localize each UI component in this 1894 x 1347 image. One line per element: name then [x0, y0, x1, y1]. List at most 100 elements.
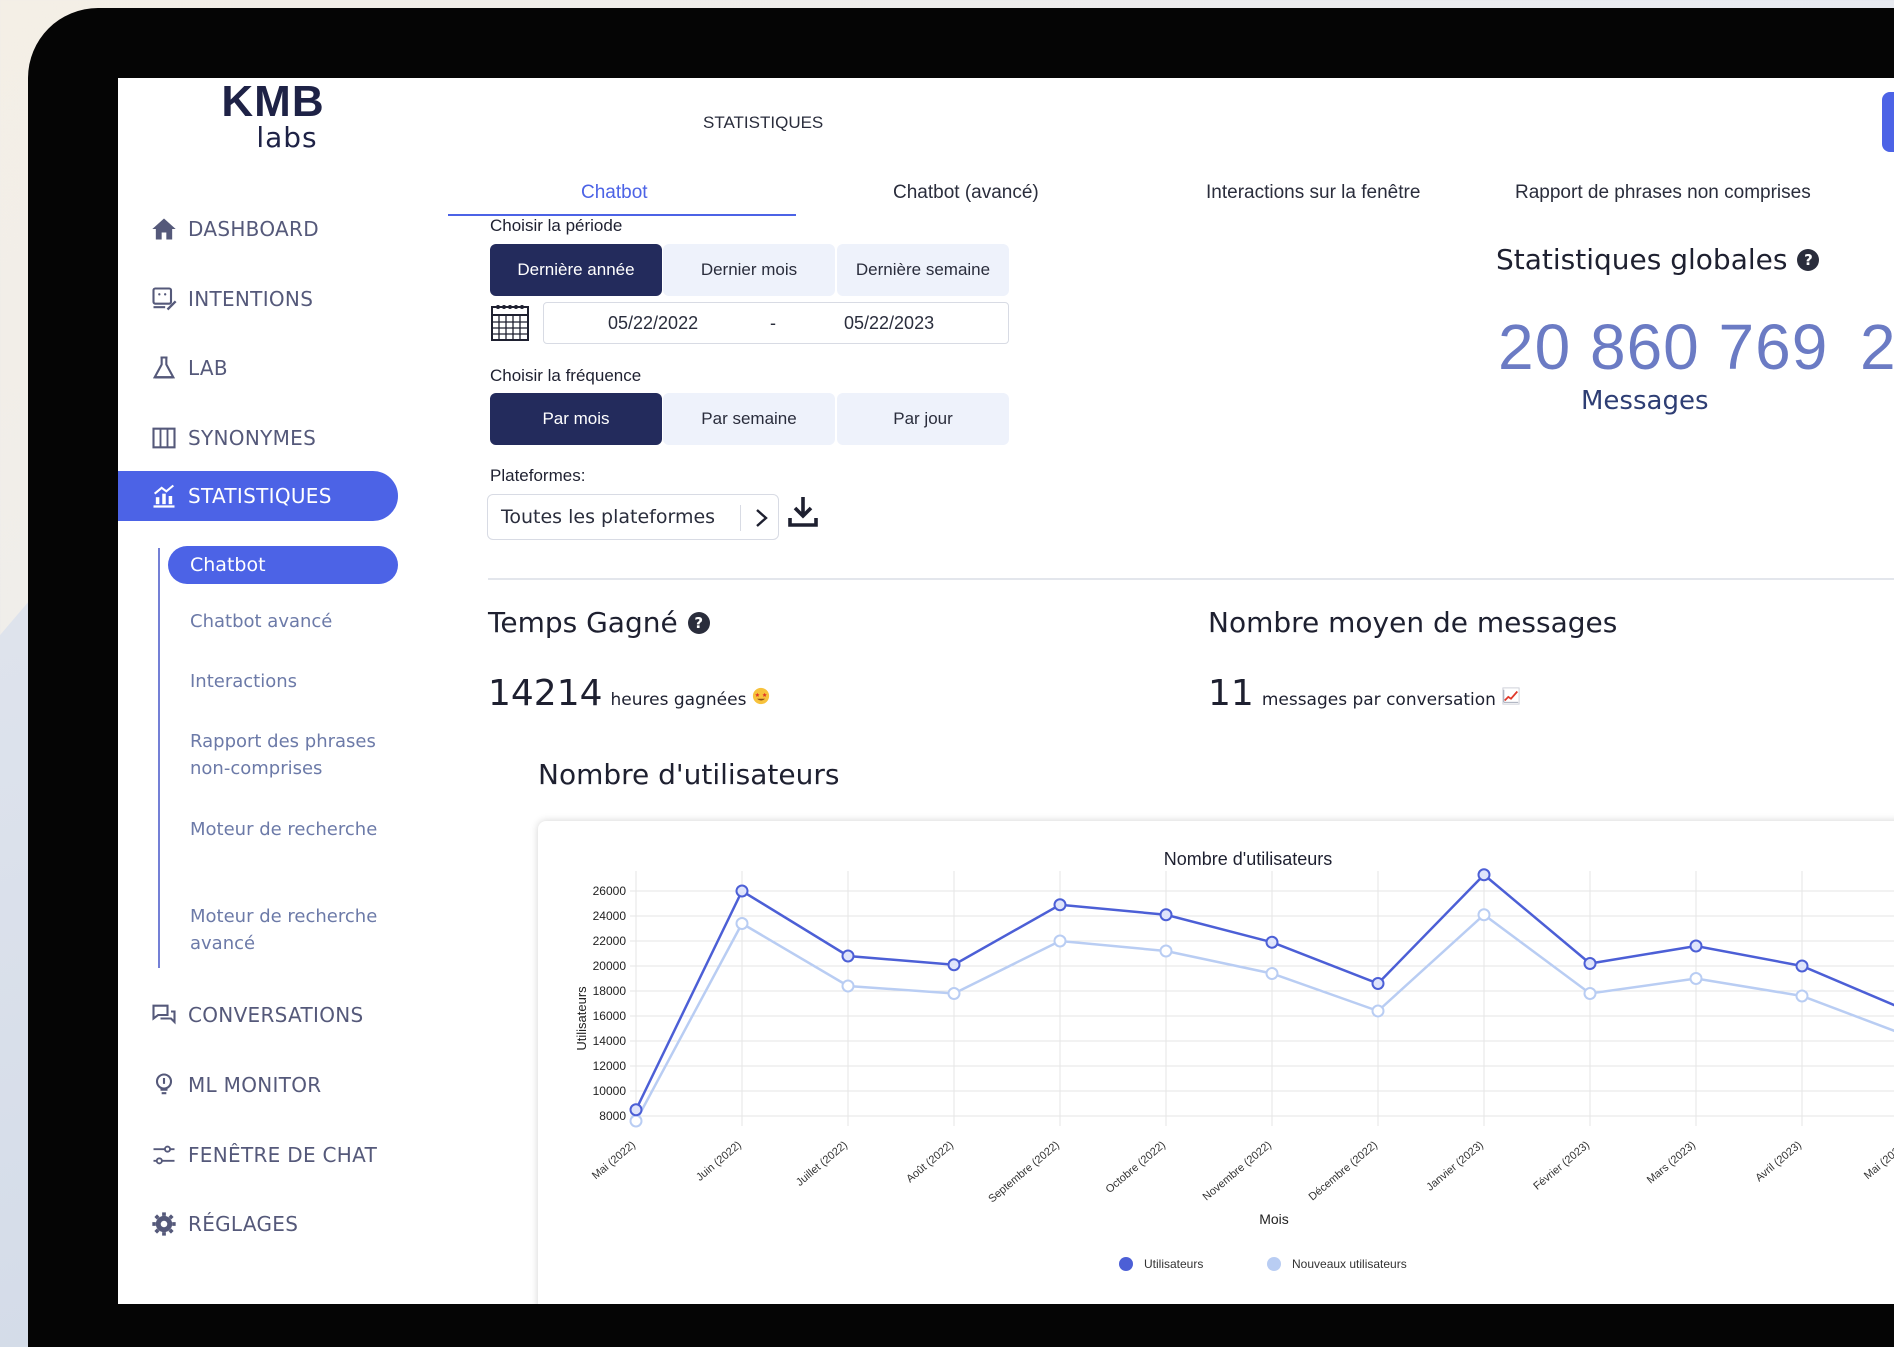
chart-data-point: [1583, 987, 1597, 1000]
chart-y-tick-label: 22000: [593, 934, 627, 948]
sidebar-item-ml-monitor[interactable]: ML MONITOR: [118, 1060, 398, 1110]
date-range-input[interactable]: 05/22/2022 - 05/22/2023: [543, 302, 1009, 344]
download-icon[interactable]: [786, 494, 820, 530]
chart-data-point: [1371, 1004, 1385, 1018]
page-title: STATISTIQUES: [703, 113, 824, 132]
freq-option-par-semaine[interactable]: Par semaine: [663, 393, 835, 445]
book-icon: [152, 427, 176, 449]
platforms-select[interactable]: Toutes les plateformes: [487, 494, 779, 540]
chart-x-tick-label: Mai (2023): [1862, 1139, 1894, 1182]
sidebar-item-dashboard[interactable]: DASHBOARD: [118, 204, 398, 254]
date-end: 05/22/2023: [844, 313, 935, 333]
period-option-derniere-semaine[interactable]: Dernière semaine: [837, 244, 1009, 296]
sidebar-item-intentions[interactable]: INTENTIONS: [118, 274, 398, 324]
sidebar-item-label: RÉGLAGES: [188, 1212, 299, 1236]
chart-y-tick-label: 14000: [593, 1034, 627, 1048]
chart-data-point: [1265, 935, 1279, 949]
home-icon: [152, 218, 176, 240]
tab-chatbot-avance[interactable]: Chatbot (avancé): [893, 182, 1039, 204]
chart-x-tick-label: Février (2023): [1531, 1139, 1592, 1193]
tab-interactions-fenetre[interactable]: Interactions sur la fenêtre: [1206, 182, 1420, 204]
chart-title: Nombre d'utilisateurs: [1164, 849, 1333, 869]
chart-data-point: [1159, 908, 1173, 922]
help-icon[interactable]: ?: [1797, 248, 1820, 271]
sidebar-item-conversations[interactable]: CONVERSATIONS: [118, 990, 398, 1040]
trending-up-chart-icon: [1502, 687, 1520, 705]
sidebar-item-lab[interactable]: LAB: [118, 343, 398, 393]
sidebar-item-label: STATISTIQUES: [188, 484, 332, 508]
star-struck-emoji-icon: [753, 687, 770, 705]
global-stats-title-text: Statistiques globales: [1496, 243, 1788, 276]
sidebar-item-reglages[interactable]: RÉGLAGES: [118, 1199, 398, 1249]
chart-data-point: [629, 1114, 643, 1128]
submenu-item-chatbot-avance[interactable]: Chatbot avancé: [190, 608, 410, 635]
chart-legend-marker: [1267, 1257, 1281, 1271]
users-line-chart: Nombre d'utilisateurs 8000 10000 12000 14000…: [574, 849, 1894, 1271]
select-divider: [740, 505, 741, 531]
chart-y-tick-label: 8000: [599, 1109, 626, 1123]
chart-x-tick-label: Avril (2023): [1753, 1139, 1804, 1184]
chart-data-point: [735, 917, 749, 930]
chart-legend-label: Nouveaux utilisateurs: [1292, 1257, 1407, 1271]
chart-data-point: [947, 958, 961, 972]
logo-main-text: KMB: [221, 78, 325, 126]
submenu-item-moteur-recherche-avance[interactable]: Moteur de recherche avancé: [190, 903, 410, 957]
chart-data-point: [1477, 908, 1491, 922]
sidebar-item-label: DASHBOARD: [188, 217, 319, 241]
chart-x-tick-label: Janvier (2023): [1424, 1139, 1486, 1193]
users-section-title: Nombre d'utilisateurs: [538, 758, 840, 791]
chart-y-tick-label: 18000: [593, 984, 627, 998]
logo: KMB labs: [218, 80, 328, 152]
help-icon[interactable]: ?: [687, 611, 710, 634]
sidebar: KMB labs DASHBOARD INTENTIONS LAB SYNONY…: [118, 78, 408, 1304]
sidebar-item-fenetre-de-chat[interactable]: FENÊTRE DE CHAT: [118, 1130, 398, 1180]
sidebar-item-label: LAB: [188, 356, 228, 380]
sidebar-item-label: INTENTIONS: [188, 287, 314, 311]
period-option-dernier-mois[interactable]: Dernier mois: [663, 244, 835, 296]
tab-rapport-phrases[interactable]: Rapport de phrases non comprises: [1515, 182, 1811, 204]
sidebar-item-label: SYNONYMES: [188, 426, 317, 450]
chart-y-tick-label: 20000: [593, 959, 627, 973]
sidebar-item-label: ML MONITOR: [188, 1073, 322, 1097]
messages-count: 20 860 769: [1498, 311, 1829, 383]
chart-x-tick-label: Mars (2023): [1645, 1139, 1698, 1186]
period-label: Choisir la période: [490, 216, 623, 235]
chart-x-tick-label: Mai (2022): [590, 1139, 638, 1182]
users-chart-card: Nombre d'utilisateurs 8000 10000 12000 14000…: [538, 821, 1894, 1304]
freq-option-par-jour[interactable]: Par jour: [837, 393, 1009, 445]
sidebar-item-label: CONVERSATIONS: [188, 1003, 364, 1027]
chart-x-axis-label: Mois: [1259, 1211, 1289, 1227]
flask-icon: [152, 356, 176, 379]
platforms-label: Plateformes:: [490, 466, 586, 485]
sidebar-item-synonymes[interactable]: SYNONYMES: [118, 413, 398, 463]
period-option-derniere-annee[interactable]: Dernière année: [490, 244, 662, 296]
submenu-item-rapport[interactable]: Rapport des phrases non-comprises: [190, 728, 410, 782]
chevron-right-icon[interactable]: [750, 503, 774, 533]
avg-messages-metric: 11 messages par conversation: [1208, 673, 1520, 714]
freq-option-par-mois[interactable]: Par mois: [490, 393, 662, 445]
chart-x-tick-label: Décembre (2022): [1307, 1139, 1380, 1203]
time-saved-metric: 14214 heures gagnées: [488, 673, 770, 714]
chart-y-tick-label: 16000: [593, 1009, 627, 1023]
chart-data-point: [1159, 944, 1173, 958]
submenu-line: [158, 548, 160, 968]
time-saved-title: Temps Gagné ?: [488, 606, 710, 639]
chart-x-tick-label: Octobre (2022): [1104, 1139, 1168, 1196]
tab-chatbot[interactable]: Chatbot: [581, 182, 648, 204]
sidebar-item-statistiques[interactable]: STATISTIQUES: [118, 471, 398, 521]
calendar-icon[interactable]: [490, 302, 530, 342]
submenu-item-chatbot[interactable]: Chatbot: [168, 546, 398, 584]
top-action-button[interactable]: Te: [1882, 92, 1894, 152]
time-saved-title-text: Temps Gagné: [488, 606, 678, 639]
platforms-value: Toutes les plateformes: [501, 506, 716, 528]
date-start: 05/22/2022: [608, 313, 699, 333]
chart-data-point: [1371, 977, 1385, 990]
messages-label: Messages: [1581, 386, 1709, 416]
submenu-item-interactions[interactable]: Interactions: [190, 668, 410, 695]
chart-data-point: [1053, 898, 1067, 912]
chart-y-tick-label: 24000: [593, 909, 627, 923]
submenu-item-moteur-recherche[interactable]: Moteur de recherche: [190, 816, 410, 843]
chart-x-tick-label: Juin (2022): [694, 1139, 744, 1184]
time-saved-text: heures gagnées: [610, 690, 747, 710]
avg-messages-value: 11: [1208, 673, 1254, 714]
